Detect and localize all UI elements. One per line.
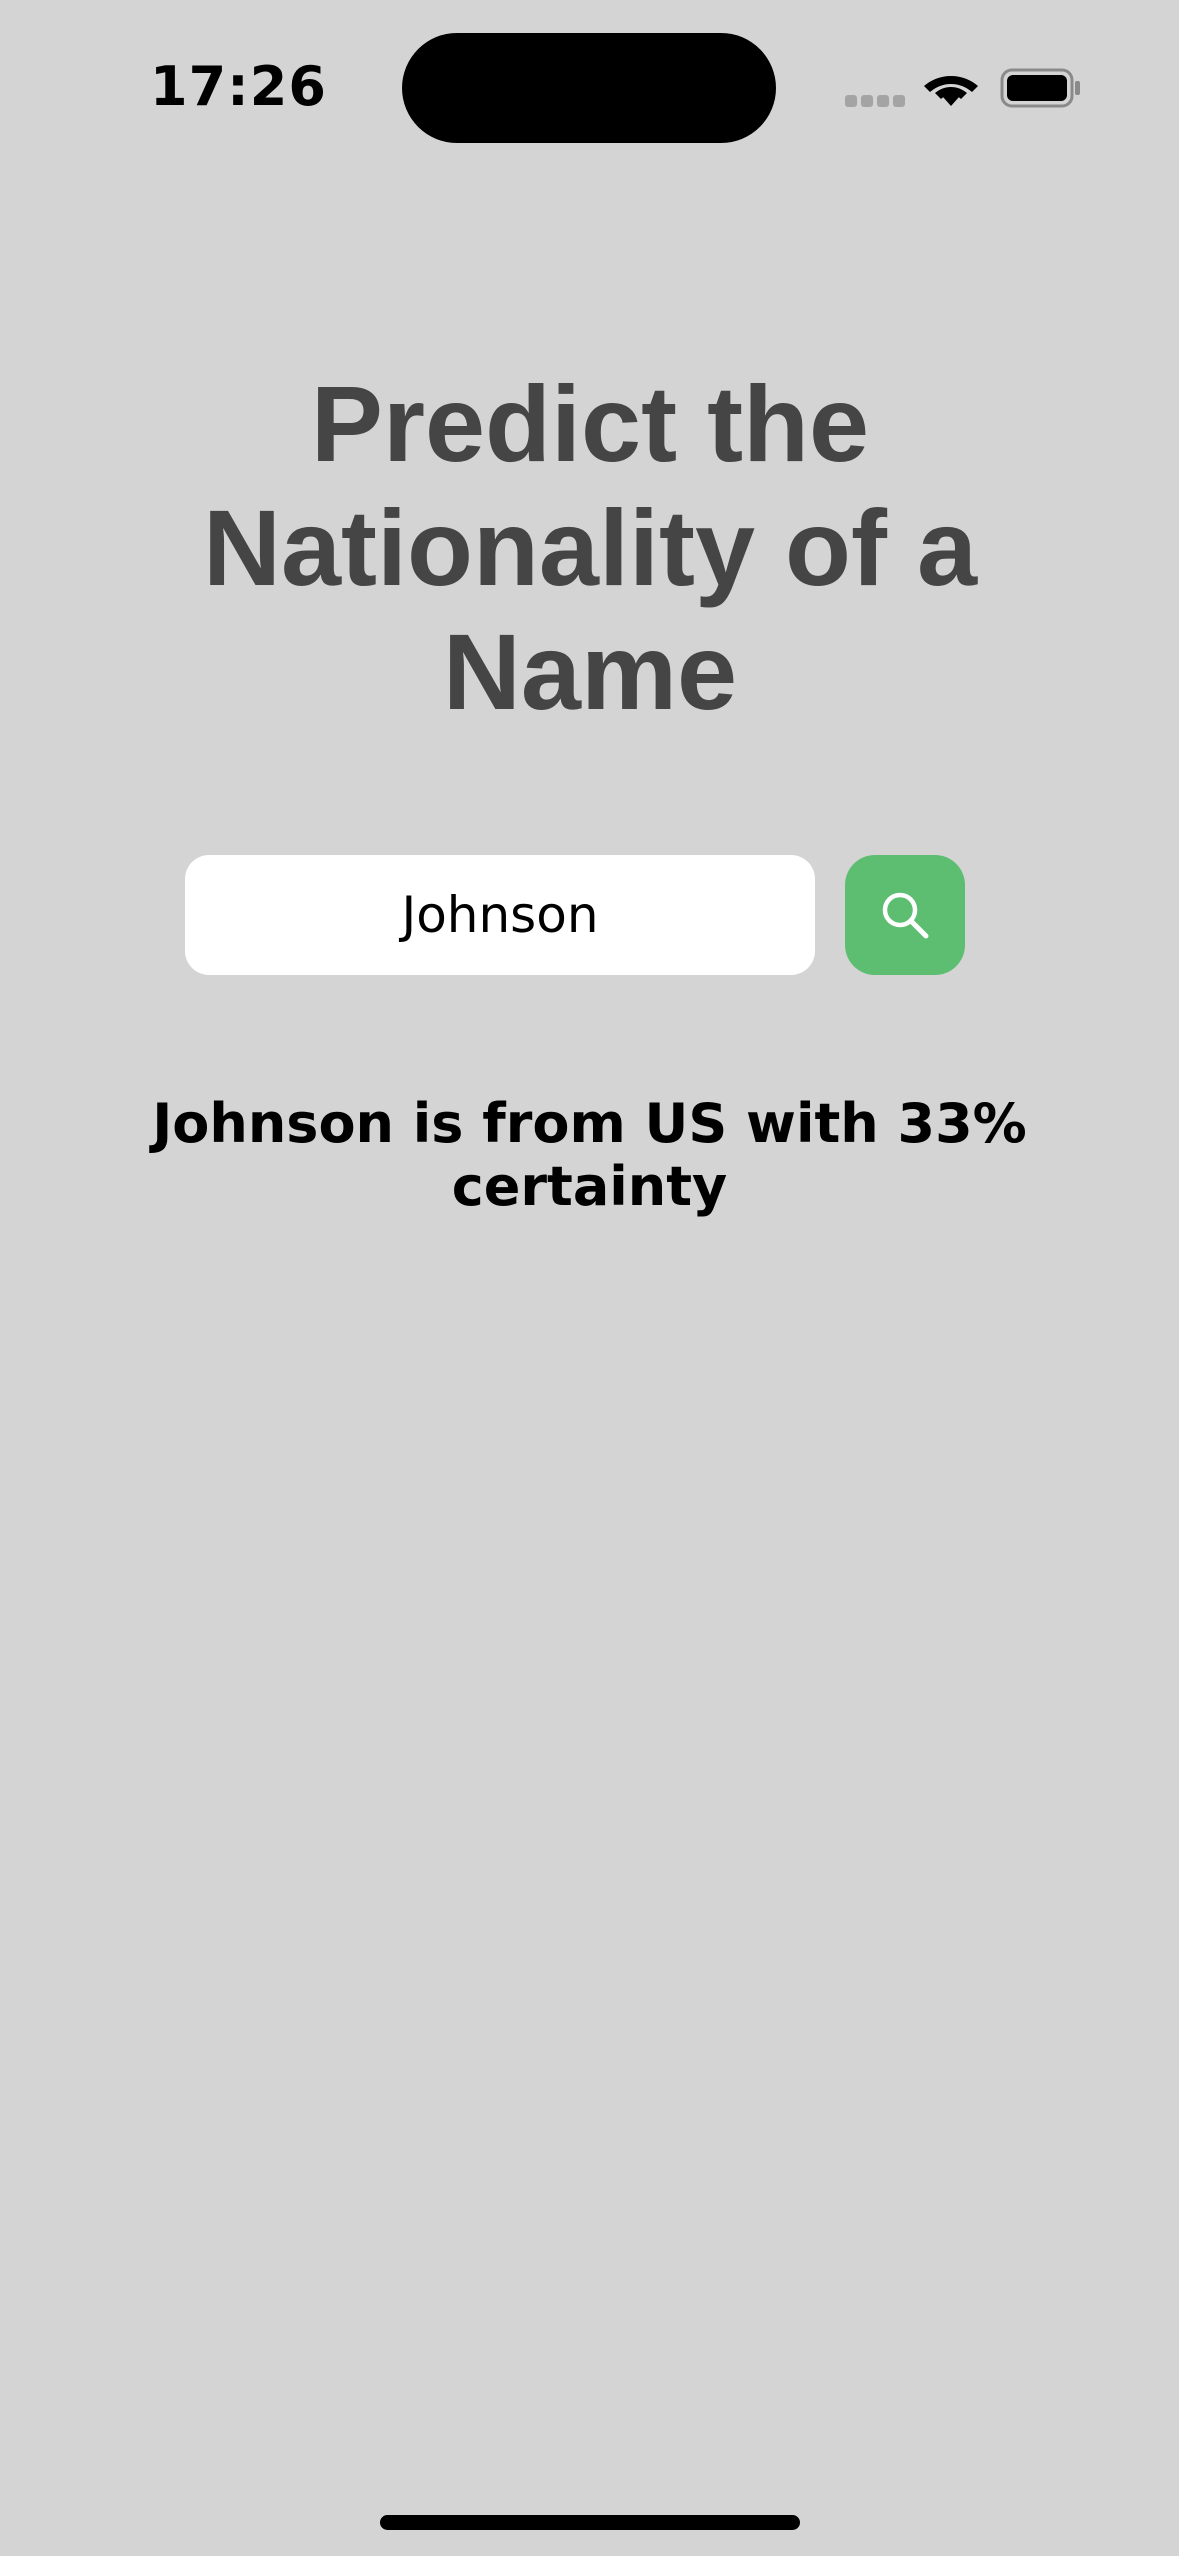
status-bar: 17:26 <box>0 0 1179 170</box>
name-input[interactable] <box>185 855 815 975</box>
status-time: 17:26 <box>150 55 327 118</box>
home-indicator <box>380 2515 800 2530</box>
dynamic-island <box>402 33 776 143</box>
page-title: Predict the Nationality of a Name <box>202 363 978 732</box>
battery-icon <box>1000 68 1080 108</box>
result-text: Johnson is from US with 33% certainty <box>152 1092 1027 1218</box>
search-button[interactable] <box>845 855 965 975</box>
wifi-icon <box>924 76 978 106</box>
search-icon <box>882 892 929 939</box>
cellular-signal-icon <box>845 95 905 107</box>
